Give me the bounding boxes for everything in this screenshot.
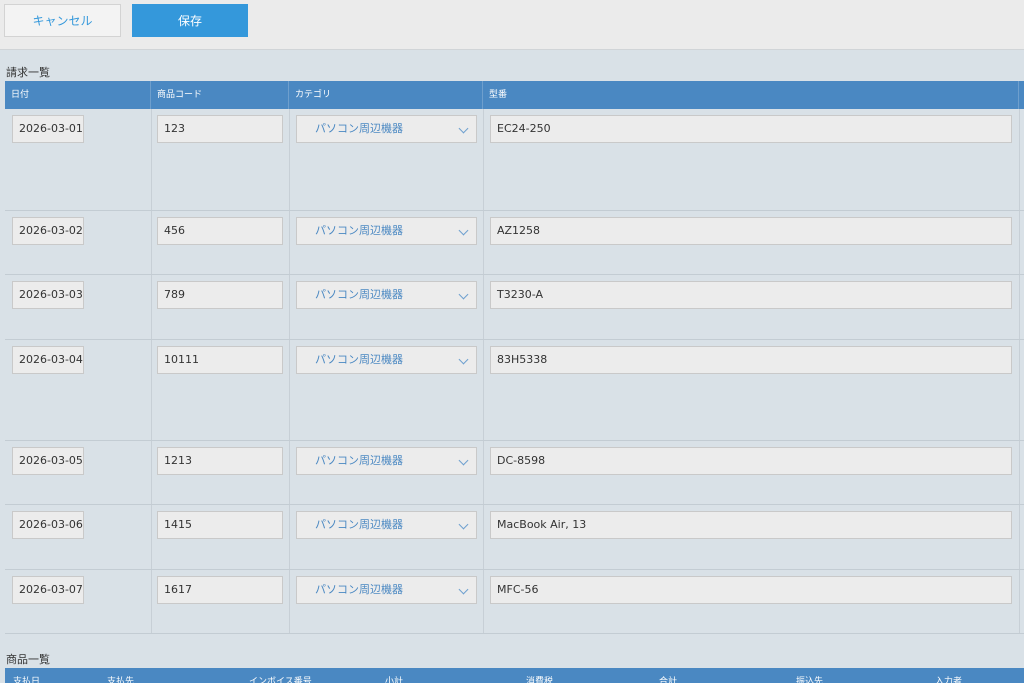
column-header-category[interactable]: カテゴリ [289, 81, 483, 109]
column-header-bank[interactable]: 振込先 [790, 668, 920, 683]
product-code-field[interactable]: 10111 [157, 346, 283, 374]
column-divider [289, 570, 290, 633]
category-select-value: パソコン周辺機器 [315, 454, 403, 467]
invoice-list-title: 請求一覧 [6, 66, 50, 79]
column-divider [1019, 340, 1020, 440]
column-divider [289, 275, 290, 339]
column-divider [1019, 441, 1020, 504]
date-field[interactable]: 2026-03-06 [12, 511, 84, 539]
product-code-field[interactable]: 1213 [157, 447, 283, 475]
column-divider [151, 109, 152, 210]
column-header-product-code[interactable]: 商品コード [151, 81, 289, 109]
column-divider [483, 570, 484, 633]
product-list-title: 商品一覧 [6, 653, 50, 666]
table-row: 2026-03-03 789 パソコン周辺機器 T3230-A [5, 275, 1024, 340]
column-divider [151, 570, 152, 633]
product-code-field[interactable]: 1617 [157, 576, 283, 604]
product-list-header: 支払日 支払先 インボイス番号 小計 消費税 合計 振込先 入力者 [5, 668, 1024, 683]
column-divider [483, 505, 484, 569]
category-select[interactable]: パソコン周辺機器 [296, 511, 477, 539]
category-select[interactable]: パソコン周辺機器 [296, 217, 477, 245]
chevron-down-icon[interactable] [458, 289, 469, 300]
chevron-down-icon[interactable] [458, 584, 469, 595]
table-row: 2026-03-01 123 パソコン周辺機器 EC24-250 [5, 109, 1024, 211]
chevron-down-icon[interactable] [458, 354, 469, 365]
column-divider [1019, 109, 1020, 210]
date-field[interactable]: 2026-03-07 [12, 576, 84, 604]
toolbar: キャンセル 保存 [0, 0, 1024, 50]
product-code-field[interactable]: 456 [157, 217, 283, 245]
column-header-subtotal[interactable]: 小計 [379, 668, 509, 683]
model-field[interactable]: DC-8598 [490, 447, 1012, 475]
category-select-value: パソコン周辺機器 [315, 122, 403, 135]
column-divider [1019, 570, 1020, 633]
column-divider [289, 109, 290, 210]
category-select[interactable]: パソコン周辺機器 [296, 346, 477, 374]
column-divider [151, 275, 152, 339]
category-select[interactable]: パソコン周辺機器 [296, 115, 477, 143]
column-divider [483, 441, 484, 504]
column-header-invoice-number[interactable]: インボイス番号 [243, 668, 373, 683]
table-row: 2026-03-07 1617 パソコン周辺機器 MFC-56 [5, 570, 1024, 634]
column-divider [483, 340, 484, 440]
column-divider [151, 441, 152, 504]
category-select[interactable]: パソコン周辺機器 [296, 576, 477, 604]
date-field[interactable]: 2026-03-02 [12, 217, 84, 245]
column-header-payee[interactable]: 支払先 [101, 668, 241, 683]
column-header-total[interactable]: 合計 [653, 668, 783, 683]
date-field[interactable]: 2026-03-05 [12, 447, 84, 475]
column-divider [289, 505, 290, 569]
table-row: 2026-03-04 10111 パソコン周辺機器 83H5338 [5, 340, 1024, 441]
column-divider [289, 441, 290, 504]
model-field[interactable]: MFC-56 [490, 576, 1012, 604]
column-divider [483, 109, 484, 210]
category-select[interactable]: パソコン周辺機器 [296, 281, 477, 309]
invoice-list-header: 日付 商品コード カテゴリ 型番 [5, 81, 1024, 109]
model-field[interactable]: AZ1258 [490, 217, 1012, 245]
category-select-value: パソコン周辺機器 [315, 353, 403, 366]
category-select-value: パソコン周辺機器 [315, 518, 403, 531]
model-field[interactable]: EC24-250 [490, 115, 1012, 143]
column-header-entered-by[interactable]: 入力者 [929, 668, 1024, 683]
column-header-model[interactable]: 型番 [483, 81, 1019, 109]
product-code-field[interactable]: 1415 [157, 511, 283, 539]
category-select-value: パソコン周辺機器 [315, 583, 403, 596]
date-field[interactable]: 2026-03-01 [12, 115, 84, 143]
table-row: 2026-03-06 1415 パソコン周辺機器 MacBook Air, 13 [5, 505, 1024, 570]
column-divider [1019, 211, 1020, 274]
column-divider [289, 211, 290, 274]
column-divider [483, 211, 484, 274]
model-field[interactable]: T3230-A [490, 281, 1012, 309]
product-code-field[interactable]: 123 [157, 115, 283, 143]
category-select-value: パソコン周辺機器 [315, 288, 403, 301]
chevron-down-icon[interactable] [458, 519, 469, 530]
date-field[interactable]: 2026-03-04 [12, 346, 84, 374]
table-row: 2026-03-02 456 パソコン周辺機器 AZ1258 [5, 211, 1024, 275]
chevron-down-icon[interactable] [458, 455, 469, 466]
column-divider [151, 505, 152, 569]
column-header-tax[interactable]: 消費税 [520, 668, 650, 683]
column-divider [483, 275, 484, 339]
date-field[interactable]: 2026-03-03 [12, 281, 84, 309]
column-divider [289, 340, 290, 440]
column-divider [1019, 505, 1020, 569]
category-select-value: パソコン周辺機器 [315, 224, 403, 237]
category-select[interactable]: パソコン周辺機器 [296, 447, 477, 475]
column-divider [151, 340, 152, 440]
column-header-payment-date[interactable]: 支払日 [7, 668, 97, 683]
cancel-button[interactable]: キャンセル [4, 4, 121, 37]
column-divider [1019, 275, 1020, 339]
product-code-field[interactable]: 789 [157, 281, 283, 309]
column-divider [151, 211, 152, 274]
model-field[interactable]: 83H5338 [490, 346, 1012, 374]
model-field[interactable]: MacBook Air, 13 [490, 511, 1012, 539]
chevron-down-icon[interactable] [458, 123, 469, 134]
column-header-date[interactable]: 日付 [5, 81, 151, 109]
table-row: 2026-03-05 1213 パソコン周辺機器 DC-8598 [5, 441, 1024, 505]
save-button[interactable]: 保存 [132, 4, 248, 37]
chevron-down-icon[interactable] [458, 225, 469, 236]
